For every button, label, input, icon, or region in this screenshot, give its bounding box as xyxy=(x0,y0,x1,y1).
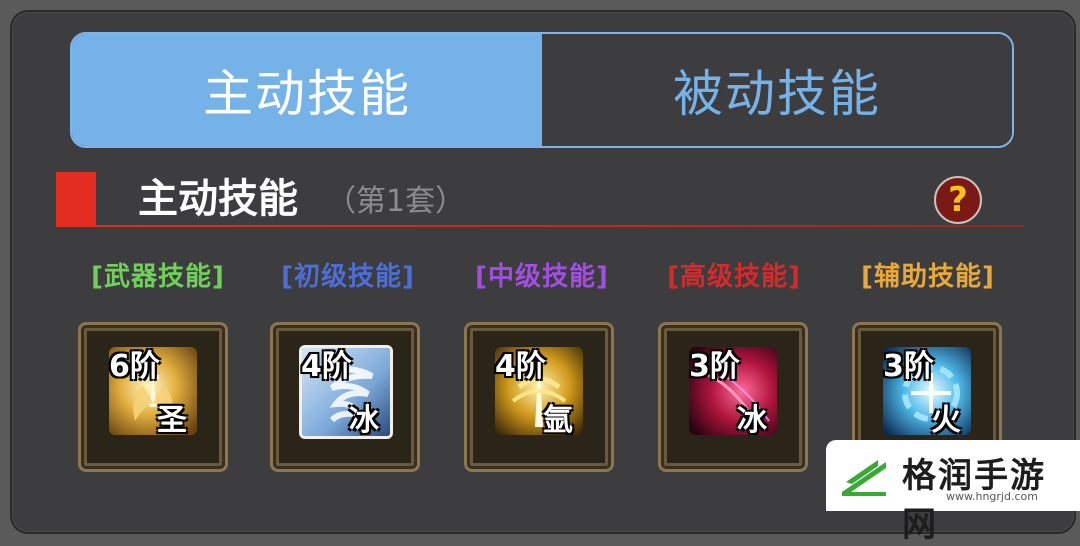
skill-element: 冰 xyxy=(349,403,379,438)
skill-slot-basic[interactable]: 4阶 冰 xyxy=(270,322,420,472)
section-marker xyxy=(56,172,96,226)
skill-element: 冰 xyxy=(737,403,767,438)
skill-element: 氩 xyxy=(543,403,573,438)
skill-element: 火 xyxy=(931,403,961,438)
category-advanced: [高级技能] xyxy=(667,262,801,292)
skill-level: 3阶 xyxy=(883,349,934,384)
site-watermark: 格润手游网 www.hngrjd.com xyxy=(826,440,1080,545)
skill-slot-advanced[interactable]: 3阶 冰 xyxy=(658,322,808,472)
skill-tabs: 主动技能 被动技能 xyxy=(70,32,1014,148)
watermark-url: www.hngrjd.com xyxy=(946,490,1038,503)
category-support: [辅助技能] xyxy=(861,262,995,292)
section-header: 主动技能 （第1套） ? xyxy=(56,172,1026,228)
skill-categories: [武器技能] [初级技能] [中级技能] [高级技能] [辅助技能] xyxy=(78,256,1018,296)
skill-slot-weapon[interactable]: 6阶 圣 xyxy=(78,322,228,472)
skill-level: 3阶 xyxy=(689,349,740,384)
skill-level: 4阶 xyxy=(301,349,352,384)
site-logo-icon xyxy=(842,460,886,496)
category-weapon: [武器技能] xyxy=(91,262,225,292)
category-basic: [初级技能] xyxy=(281,262,415,292)
skill-level: 4阶 xyxy=(495,349,546,384)
section-subtitle: （第1套） xyxy=(326,184,466,219)
tab-passive-skills[interactable]: 被动技能 xyxy=(542,34,1012,146)
category-intermediate: [中级技能] xyxy=(475,262,609,292)
skill-level: 6阶 xyxy=(109,349,160,384)
section-title: 主动技能 xyxy=(138,176,298,222)
skill-element: 圣 xyxy=(157,403,187,438)
help-icon[interactable]: ? xyxy=(934,176,982,224)
tab-active-skills[interactable]: 主动技能 xyxy=(72,34,542,146)
skill-slot-intermediate[interactable]: 4阶 氩 xyxy=(464,322,614,472)
